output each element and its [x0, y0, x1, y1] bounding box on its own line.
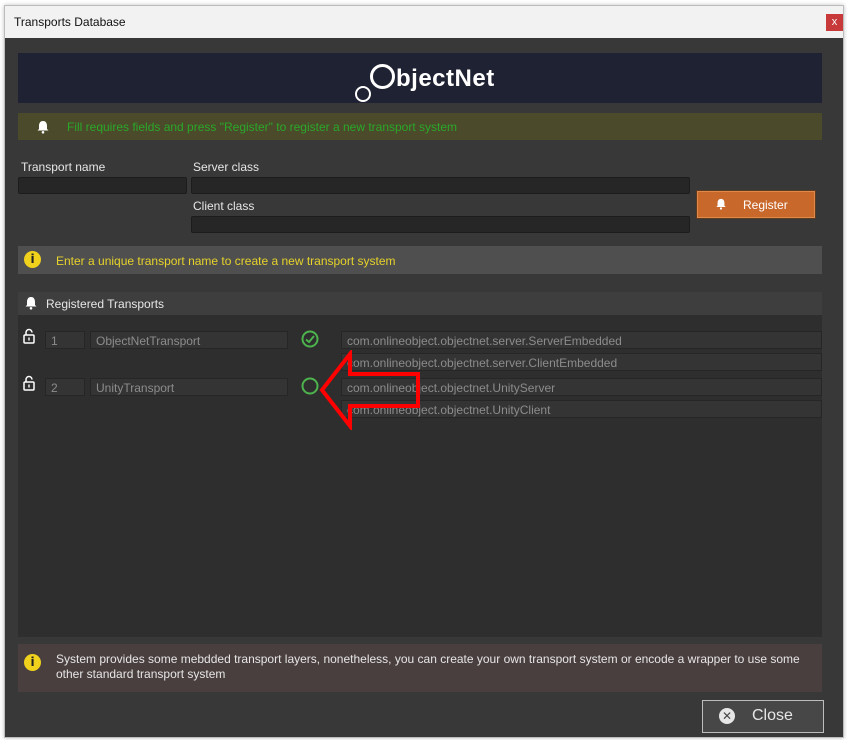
server-class-label: Server class	[193, 160, 260, 174]
lock-icon[interactable]	[23, 375, 35, 391]
transports-database-window: Transports Database x bjectNet Fill requ…	[4, 5, 844, 738]
bell-icon	[25, 297, 37, 310]
title-bar: Transports Database x	[5, 6, 843, 38]
close-button[interactable]: ✕ Close	[702, 700, 824, 733]
transport-name-label: Transport name	[21, 160, 106, 174]
transport-name-1: ObjectNetTransport	[90, 331, 288, 349]
lock-icon[interactable]	[23, 328, 35, 344]
close-button-label: Close	[752, 707, 793, 724]
register-button-label: Register	[743, 198, 788, 212]
logo-o-ring	[370, 64, 395, 89]
bell-icon	[716, 198, 726, 210]
bottom-hint-text: System provides some mebdded transport l…	[56, 652, 800, 681]
register-hint: Fill requires fields and press "Register…	[18, 113, 822, 140]
transport-index-2: 2	[45, 378, 85, 396]
register-hint-text: Fill requires fields and press "Register…	[67, 120, 458, 134]
window-title: Transports Database	[14, 15, 126, 29]
bottom-hint: i System provides some mebdded transport…	[18, 644, 822, 692]
transport-name-input[interactable]	[18, 177, 187, 194]
info-icon: i	[24, 654, 41, 671]
objectnet-banner: bjectNet	[18, 53, 822, 103]
name-hint-text: Enter a unique transport name to create …	[56, 254, 396, 268]
register-button[interactable]: Register	[697, 191, 815, 218]
transport-index-1: 1	[45, 331, 85, 349]
name-hint: i Enter a unique transport name to creat…	[18, 246, 822, 274]
transport-server-class-1: com.onlineobject.objectnet.server.Server…	[341, 331, 822, 349]
info-icon: i	[24, 251, 41, 268]
registered-transports-header: Registered Transports	[18, 292, 822, 315]
objectnet-logo: bjectNet	[370, 64, 495, 93]
annotation-arrow	[319, 350, 420, 430]
close-icon: ✕	[719, 708, 735, 724]
window-content: bjectNet Fill requires fields and press …	[5, 38, 843, 737]
logo-mark	[355, 86, 371, 102]
empty-circle-icon[interactable]	[301, 377, 319, 395]
client-class-input[interactable]	[191, 216, 690, 233]
registered-transports-panel: Registered Transports 1 ObjectNetTranspo…	[18, 292, 822, 637]
logo-text: bjectNet	[396, 65, 495, 92]
server-class-input[interactable]	[191, 177, 690, 194]
client-class-label: Client class	[193, 199, 255, 213]
registered-transports-title: Registered Transports	[46, 297, 165, 311]
transport-name-2: UnityTransport	[90, 378, 288, 396]
window-close-button[interactable]: x	[826, 14, 843, 31]
bell-icon	[37, 121, 49, 134]
check-circle-icon	[301, 330, 319, 348]
